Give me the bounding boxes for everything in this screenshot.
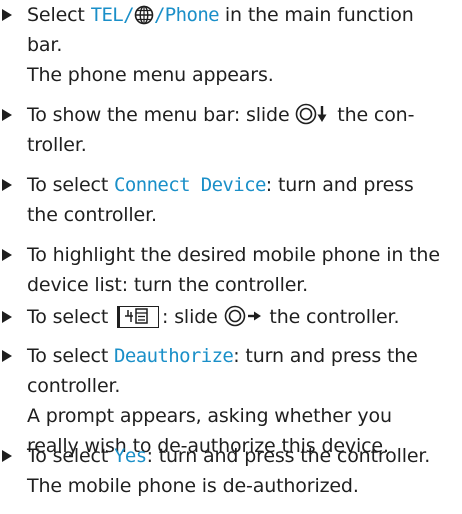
line-text: : turn and press the [233,345,418,367]
line-text: in the main function [219,4,414,26]
line-text: To select [27,345,115,367]
controller-slide-right-icon [224,305,264,336]
triangle-bullet-icon [2,179,12,191]
instruction-line: To select Deauthorize: turn and press th… [27,341,418,371]
menu-term-phone: /Phone [153,4,220,26]
menu-term-tel: TEL/ [90,4,135,26]
instruction-page: Select TEL/ /Phone in the main function b… [0,0,462,514]
instruction-line: To select Connect Device: turn and press [27,170,414,200]
menu-term-yes: Yes [114,445,147,467]
triangle-bullet-icon [2,450,12,462]
line-text: : slide [162,306,224,328]
triangle-bullet-icon [2,109,12,121]
instruction-line: The mobile phone is de-authorized. [27,475,359,497]
instruction-line: troller. [27,134,87,156]
instruction-line: controller. [27,375,121,397]
globe-icon [134,4,154,34]
instruction-line: the controller. [27,204,157,226]
instruction-line: A prompt appears, asking whether you [27,405,392,427]
line-text: the con- [331,104,415,126]
line-text: Select [27,4,91,26]
instruction-line: To highlight the desired mobile phone in… [27,244,440,266]
triangle-bullet-icon [2,249,12,261]
triangle-bullet-icon [2,311,12,323]
menu-term-deauthorize: Deauthorize [114,345,234,367]
instruction-line: To show the menu bar: slide the con- [27,100,414,130]
line-text: To select [27,445,115,467]
triangle-bullet-icon [2,350,12,362]
instruction-line: device list: turn the controller. [27,274,309,296]
line-text: : turn and press [265,174,414,196]
line-text: the controller. [263,306,400,328]
line-text: To select [27,174,115,196]
controller-slide-down-icon [295,103,331,134]
instruction-line: To select : slide the controller. [27,302,399,332]
instruction-line: bar. [27,34,63,56]
instruction-line: Select TEL/ /Phone in the main function [27,0,414,30]
instruction-line: To select Yes: turn and press the contro… [27,441,430,471]
line-text: To show the menu bar: slide [27,104,296,126]
menu-term-connect-device: Connect Device [114,174,266,196]
triangle-bullet-icon [2,9,12,21]
line-text: To select [27,306,115,328]
line-text: : turn and press the controller. [146,445,431,467]
menu-symbol-icon [117,306,160,328]
instruction-line: The phone menu appears. [27,64,274,86]
